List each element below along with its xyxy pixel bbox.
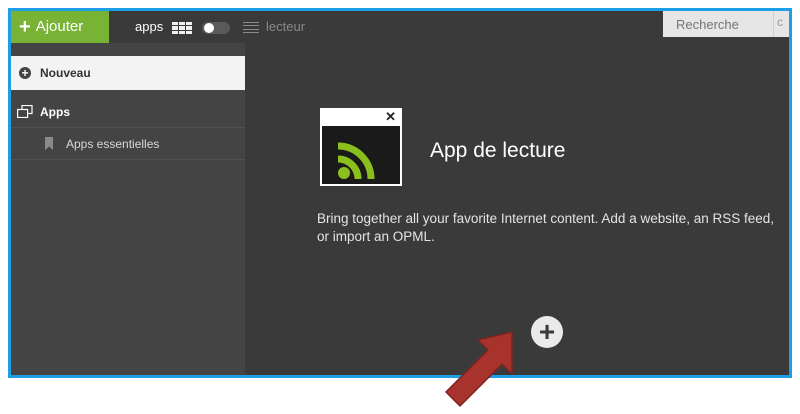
window-titlebar: ✕ bbox=[322, 109, 400, 126]
search-button[interactable]: c bbox=[773, 11, 789, 37]
main-panel: ✕ App de lecture Bring together all your… bbox=[245, 43, 789, 375]
search-input[interactable] bbox=[663, 11, 789, 37]
sidebar-item-label: Nouveau bbox=[40, 66, 91, 80]
grid-view-icon[interactable] bbox=[172, 22, 192, 34]
app-description: Bring together all your favorite Interne… bbox=[317, 211, 775, 244]
rss-feed-icon bbox=[337, 142, 375, 180]
red-arrow-icon bbox=[445, 331, 513, 407]
sidebar-item-label: Apps essentielles bbox=[66, 137, 160, 151]
toggle-knob bbox=[204, 23, 214, 33]
plus-circle-icon: + bbox=[19, 67, 31, 79]
plus-icon: + bbox=[19, 16, 31, 38]
top-bar: +Ajouter apps lecteur c bbox=[11, 11, 789, 43]
cropped-caption bbox=[0, 0, 800, 5]
app-card-icon[interactable]: ✕ bbox=[320, 108, 402, 186]
bookmark-icon bbox=[45, 137, 53, 150]
sidebar-item-label: Apps bbox=[40, 105, 70, 119]
app-window: +Ajouter apps lecteur c + Nouveau Apps bbox=[8, 8, 792, 378]
view-mode-toggle[interactable] bbox=[202, 22, 230, 34]
sidebar-item-apps[interactable]: Apps bbox=[11, 96, 245, 128]
sidebar-item-apps-essentielles[interactable]: Apps essentielles bbox=[11, 128, 245, 160]
windows-icon bbox=[17, 105, 33, 118]
add-button-label: Ajouter bbox=[35, 18, 84, 35]
close-icon[interactable]: ✕ bbox=[385, 109, 396, 125]
list-view-icon[interactable] bbox=[243, 22, 259, 33]
add-button[interactable]: + Ajouter bbox=[11, 11, 109, 43]
mode-apps-label[interactable]: apps bbox=[135, 11, 163, 43]
sidebar: + Nouveau Apps Apps essentielles bbox=[11, 43, 245, 375]
app-title: App de lecture bbox=[430, 139, 566, 162]
mode-reader-label[interactable]: lecteur bbox=[266, 11, 305, 43]
add-app-button[interactable]: + bbox=[531, 316, 563, 348]
sidebar-item-nouveau[interactable]: + Nouveau bbox=[11, 56, 245, 90]
